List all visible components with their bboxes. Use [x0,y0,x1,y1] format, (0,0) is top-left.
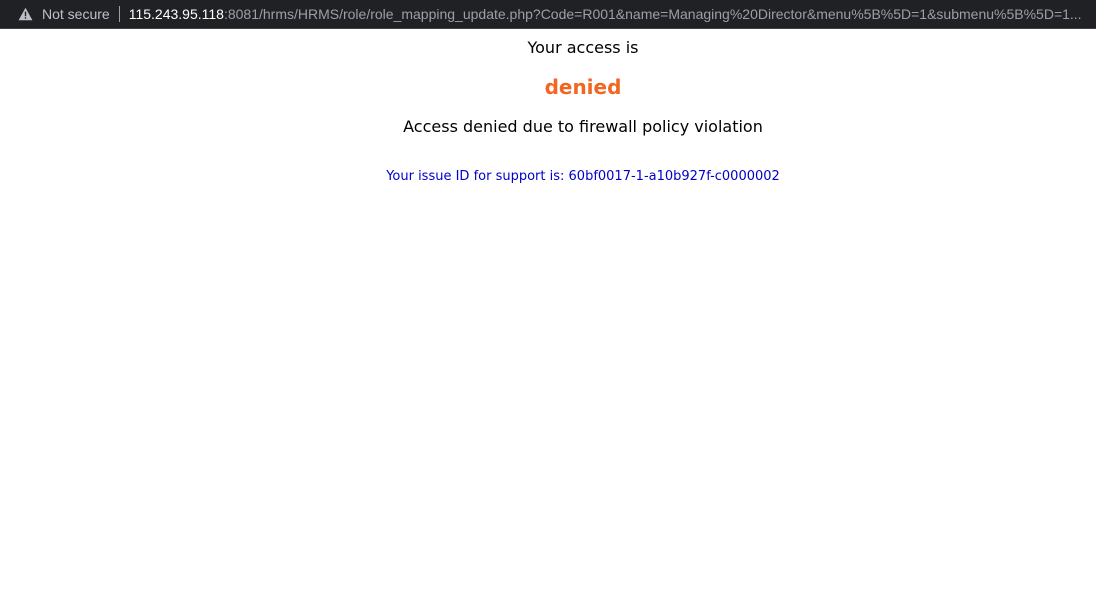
url-host: 115.243.95.118 [128,6,224,22]
access-heading: Your access is [527,38,639,57]
warning-triangle-icon[interactable] [17,6,33,22]
url-path: :8081/hrms/HRMS/role/role_mapping_update… [223,6,1082,22]
url-text[interactable]: 115.243.95.118:8081/hrms/HRMS/role/role_… [129,6,1082,22]
address-divider [118,6,120,22]
support-issue-id: Your issue ID for support is: 60bf0017-1… [386,169,780,184]
access-status-word: denied [544,75,622,99]
security-label[interactable]: Not secure [42,6,110,22]
denial-reason: Access denied due to firewall policy vio… [403,117,763,136]
address-bar[interactable]: Not secure 115.243.95.118:8081/hrms/HRMS… [0,0,1096,29]
